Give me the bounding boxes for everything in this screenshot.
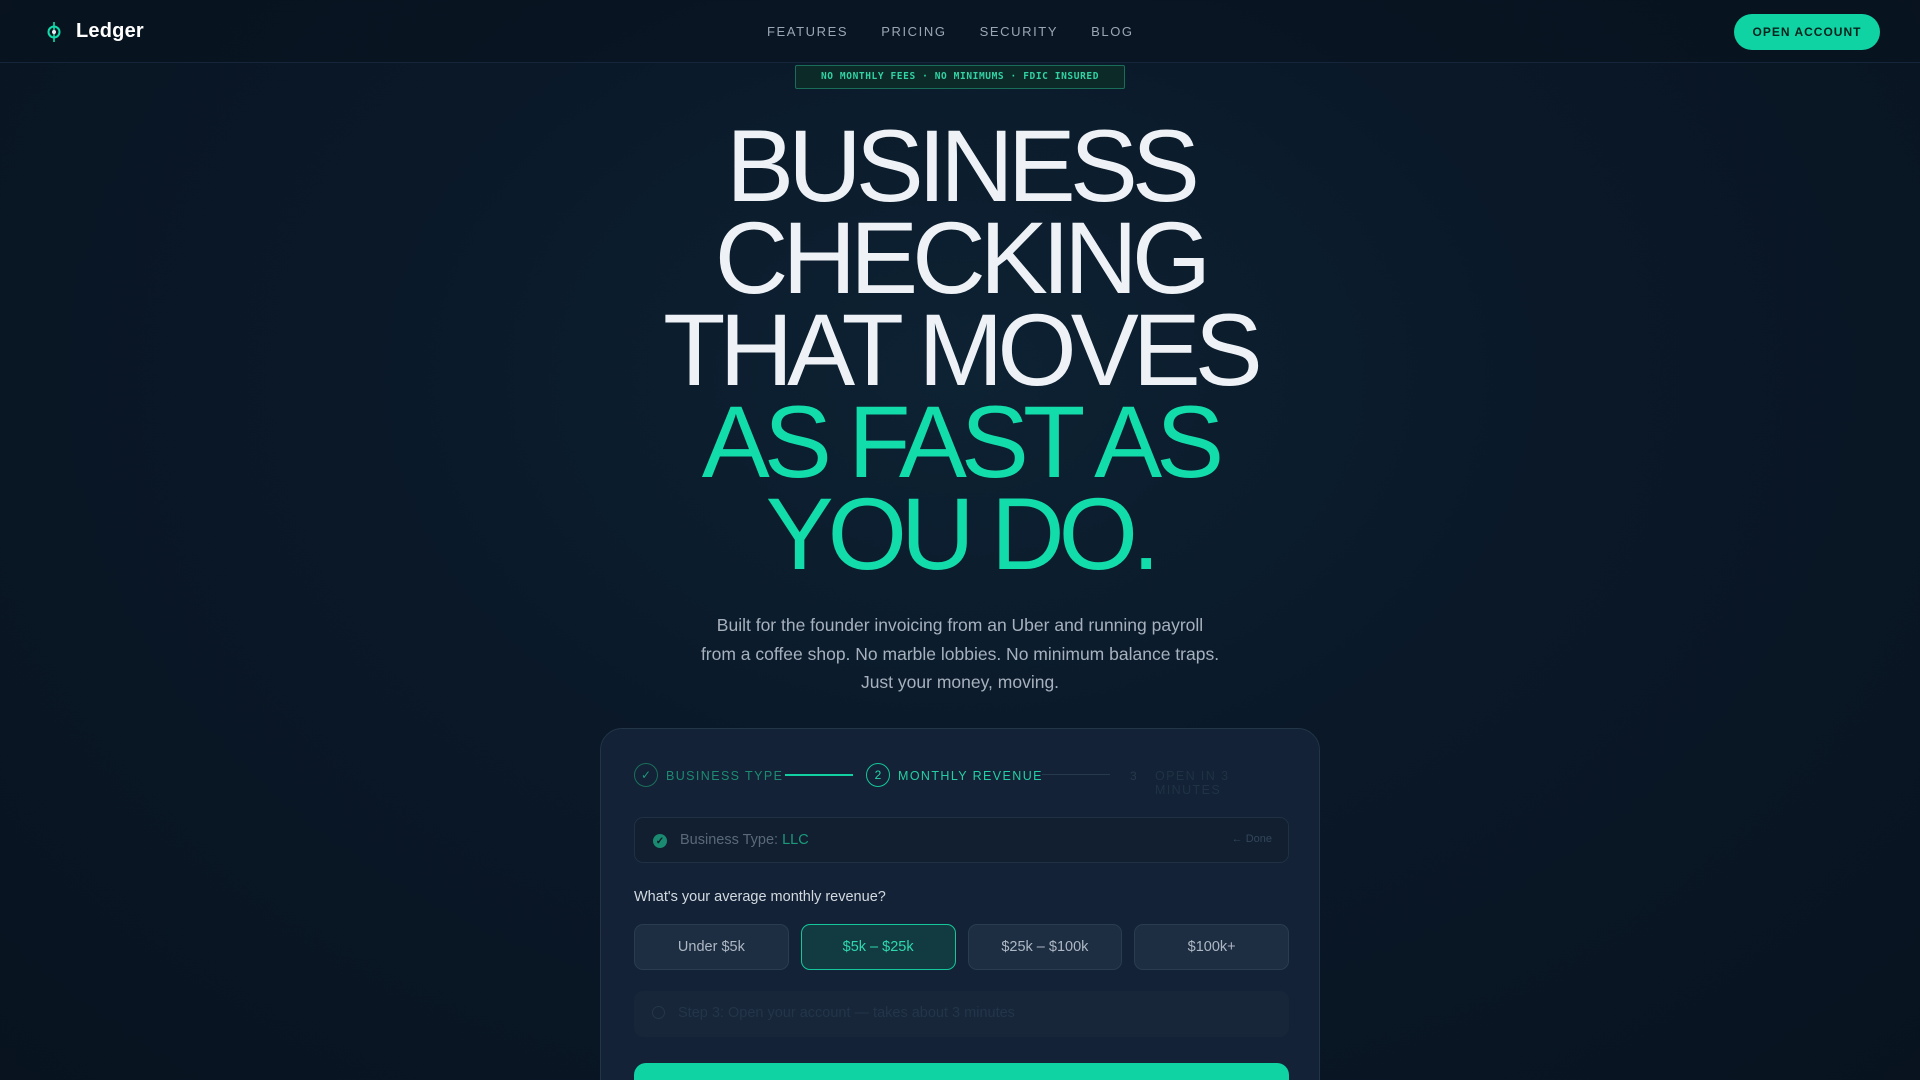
- open-account-button[interactable]: OPEN ACCOUNT: [1734, 14, 1880, 50]
- step-connector-pending: [1042, 774, 1110, 775]
- step-open-account: OPEN IN 3 MINUTES: [1155, 769, 1230, 797]
- hero-badge: NO MONTHLY FEES · NO MINIMUMS · FDIC INS…: [795, 65, 1125, 89]
- nav-link-security[interactable]: SECURITY: [980, 24, 1059, 39]
- nav-links: FEATURES PRICING SECURITY BLOG: [767, 24, 1134, 39]
- completed-step-label: Business Type:: [680, 832, 779, 848]
- brand[interactable]: Ledger: [44, 20, 144, 43]
- check-icon: ✓: [634, 763, 658, 787]
- step-monthly-revenue[interactable]: MONTHLY REVENUE: [898, 769, 1043, 783]
- ledger-logo-icon: [47, 21, 61, 42]
- hero-headline: BUSINESS CHECKING THAT MOVES AS FAST AS …: [560, 109, 1360, 591]
- stepper: ✓ BUSINESS TYPE 2 MONTHLY REVENUE 3 OPEN…: [634, 762, 1289, 797]
- nav-link-pricing[interactable]: PRICING: [881, 24, 946, 39]
- step-connector-complete: [785, 774, 853, 776]
- completed-step-text: Business Type: LLC: [680, 832, 809, 848]
- headline-accent-line: AS FAST AS: [701, 385, 1224, 499]
- step-business-type[interactable]: BUSINESS TYPE: [666, 769, 783, 783]
- brand-name: Ledger: [76, 20, 144, 42]
- headline-line: BUSINESS: [726, 109, 1200, 223]
- arrow-icon: ←: [1231, 833, 1246, 845]
- clock-icon: [652, 1006, 665, 1019]
- step-number-badge: 2: [866, 763, 890, 787]
- signup-card: ✓ BUSINESS TYPE 2 MONTHLY REVENUE 3 OPEN…: [600, 728, 1320, 1080]
- revenue-option-25k-100k[interactable]: $25k – $100k: [967, 924, 1123, 970]
- continue-button[interactable]: [634, 1063, 1289, 1080]
- check-circle-icon: ✓: [653, 834, 667, 848]
- completed-step-value: LLC: [782, 832, 809, 848]
- top-nav: Ledger FEATURES PRICING SECURITY BLOG OP…: [0, 0, 1920, 63]
- nav-link-blog[interactable]: BLOG: [1091, 24, 1134, 39]
- headline-accent-line: YOU DO.: [765, 477, 1161, 591]
- completed-step-summary[interactable]: ✓ Business Type: LLC ← Done: [634, 817, 1289, 863]
- revenue-question: What's your average monthly revenue?: [634, 889, 886, 905]
- done-tag-label: Done: [1245, 833, 1272, 845]
- next-step-preview: Step 3: Open your account — takes about …: [634, 991, 1289, 1037]
- revenue-option-100k-plus[interactable]: $100k+: [1134, 924, 1289, 970]
- step-number: 3: [1130, 769, 1137, 783]
- hero-subtitle: Built for the founder invoicing from an …: [700, 615, 1220, 692]
- nav-link-features[interactable]: FEATURES: [767, 24, 848, 39]
- next-step-label: Step 3: Open your account — takes about …: [678, 1005, 1015, 1021]
- revenue-option-under-5k[interactable]: Under $5k: [634, 924, 789, 970]
- revenue-options: Under $5k $5k – $25k $25k – $100k $100k+: [634, 924, 1289, 970]
- revenue-option-5k-25k[interactable]: $5k – $25k: [800, 924, 956, 970]
- done-tag: ← Done: [1232, 833, 1272, 845]
- headline-line: THAT MOVES: [663, 293, 1263, 407]
- headline-line: CHECKING: [714, 201, 1211, 315]
